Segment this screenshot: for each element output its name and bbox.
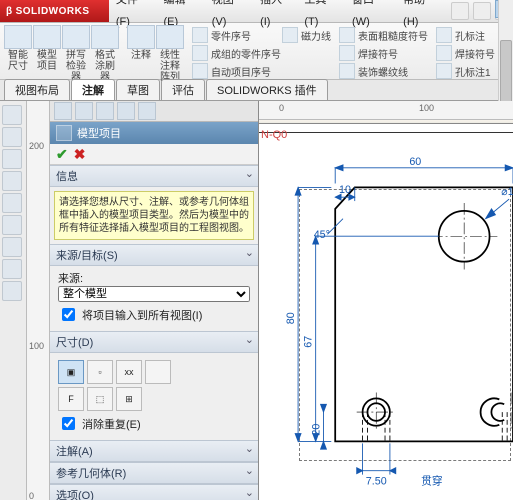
section-annotations-header[interactable]: 注解(A) [50, 440, 258, 462]
ribbon-auto-item-number[interactable]: 自动项目序号 [192, 63, 281, 79]
dim-type-6-button[interactable]: ⬚ [87, 387, 113, 411]
section-dimensions-header[interactable]: 尺寸(D) [50, 331, 258, 353]
source-label: 来源: [58, 270, 250, 286]
ribbon-weld-symbol[interactable]: 焊接符号 [339, 45, 428, 61]
section-source-header[interactable]: 来源/目标(S) [50, 244, 258, 266]
ribbon-surface-group: 表面粗糙度符号 焊接符号 装饰螺纹线 [339, 25, 428, 79]
ribbon-hole-callout[interactable]: 孔标注 [436, 27, 495, 43]
tool-select-icon[interactable] [2, 105, 22, 125]
section-options-header[interactable]: 选项(O) [50, 484, 258, 500]
ribbon: 智能尺寸 模型项目 拼写检验器 格式涂刷器 注释 线性注释阵列 零件序号 成组的… [0, 23, 513, 80]
dim-type-4-button[interactable] [145, 360, 171, 384]
ribbon-balloon[interactable]: 零件序号 [192, 27, 281, 43]
app-logo: βSOLIDWORKS [0, 0, 109, 22]
import-all-views-input[interactable] [62, 308, 75, 321]
svg-text:10: 10 [339, 184, 351, 196]
ribbon-surface-finish[interactable]: 表面粗糙度符号 [339, 27, 428, 43]
command-tab-strip: 视图布局 注解 草图 评估 SOLIDWORKS 插件 [0, 80, 513, 101]
info-message: 请选择您想从尺寸、注解、或参考几何体组框中插入的模型项目类型。然后为模型中的所有… [54, 191, 254, 240]
ribbon-magnetic-group: 磁力线 [282, 25, 331, 43]
dim-type-7-button[interactable]: ⊞ [116, 387, 142, 411]
menu-bar: βSOLIDWORKS 文件(F) 编辑(E) 视图(V) 插入(I) 工具(T… [0, 0, 513, 23]
svg-text:7.50: 7.50 [366, 475, 387, 487]
svg-text:60: 60 [409, 156, 421, 168]
source-select[interactable]: 整个模型 [58, 286, 250, 302]
tool-zoom-icon[interactable] [2, 149, 22, 169]
section-reference-geometry-header[interactable]: 参考几何体(R) [50, 462, 258, 484]
main-area: 200 100 0 模型项目 ? ✔ ✖ 信息 请选择您想从尺寸、注解、或参考几… [0, 101, 513, 500]
svg-text:45°: 45° [314, 229, 330, 241]
svg-text:67: 67 [303, 336, 315, 348]
panel-tab-display-icon[interactable] [138, 102, 156, 120]
property-manager-panel: 模型项目 ? ✔ ✖ 信息 请选择您想从尺寸、注解、或参考几何体组框中插入的模型… [50, 101, 259, 500]
tool-c-icon[interactable] [2, 281, 22, 301]
ribbon-note[interactable]: 注释 [127, 25, 155, 61]
ribbon-cosmetic-thread[interactable]: 装饰螺纹线 [339, 63, 428, 79]
panel-body: 信息 请选择您想从尺寸、注解、或参考几何体组框中插入的模型项目类型。然后为模型中… [50, 165, 258, 500]
ribbon-weld-symbol-2[interactable]: 焊接符号 [436, 45, 495, 61]
ribbon-magnetic-line[interactable]: 磁力线 [282, 27, 331, 43]
section-info-header[interactable]: 信息 [50, 165, 258, 187]
tab-annotation[interactable]: 注解 [71, 79, 115, 100]
ribbon-hole-group: 孔标注 焊接符号 孔标注1 [436, 25, 495, 79]
ribbon-linear-note-pattern[interactable]: 线性注释阵列 [156, 25, 184, 83]
tool-rotate-icon[interactable] [2, 171, 22, 191]
dim-type-marked-button[interactable]: ▣ [58, 360, 84, 384]
svg-text:20: 20 [311, 424, 323, 436]
eliminate-duplicates-checkbox[interactable]: 消除重复(E) [58, 414, 250, 433]
tool-pan-icon[interactable] [2, 127, 22, 147]
cancel-button[interactable]: ✖ [74, 146, 86, 163]
ribbon-model-items[interactable]: 模型项目 [33, 25, 61, 72]
panel-tab-feature-icon[interactable] [54, 102, 72, 120]
dim-type-5-button[interactable]: F [58, 387, 84, 411]
tab-addins[interactable]: SOLIDWORKS 插件 [206, 79, 328, 100]
eliminate-duplicates-input[interactable] [62, 417, 75, 430]
model-items-icon [56, 125, 72, 141]
ribbon-balloon-group: 零件序号 成组的零件序号 自动项目序号 [192, 25, 281, 79]
ribbon-format-painter[interactable]: 格式涂刷器 [91, 25, 119, 83]
horizontal-ruler: 0 100 [259, 101, 513, 120]
svg-text:⌀1: ⌀1 [501, 186, 513, 198]
import-all-views-checkbox[interactable]: 将项目输入到所有视图(I) [58, 305, 250, 324]
svg-text:贯穿: 贯穿 [421, 474, 442, 487]
left-toolbar [0, 101, 27, 500]
ribbon-hole-callout-2[interactable]: 孔标注1 [436, 63, 495, 79]
tab-view-layout[interactable]: 视图布局 [4, 79, 70, 100]
panel-title: 模型项目 ? [50, 122, 258, 144]
panel-tab-config-icon[interactable] [96, 102, 114, 120]
panel-confirm-bar: ✔ ✖ [50, 144, 258, 165]
dim-type-instance-button[interactable]: ▫ [87, 360, 113, 384]
ribbon-auto-balloon[interactable]: 成组的零件序号 [192, 45, 281, 61]
tool-a-icon[interactable] [2, 237, 22, 257]
dim-type-not-marked-button[interactable]: xx [116, 360, 142, 384]
panel-tab-dim-icon[interactable] [117, 102, 135, 120]
ribbon-spell-check[interactable]: 拼写检验器 [62, 25, 90, 83]
svg-text:80: 80 [285, 312, 297, 324]
tool-b-icon[interactable] [2, 259, 22, 279]
drawing-view: 60 10 45° 80 67 20 7.50 ⌀1 贯穿 [259, 119, 513, 500]
ribbon-smart-dimension[interactable]: 智能尺寸 [4, 25, 32, 72]
drawing-canvas[interactable]: 0 100 N-Q0 [259, 101, 513, 500]
panel-nav-tabs [50, 101, 258, 122]
ok-button[interactable]: ✔ [56, 146, 68, 163]
vertical-ruler: 200 100 0 [27, 101, 50, 500]
tab-sketch[interactable]: 草图 [116, 79, 160, 100]
tool-section-icon[interactable] [2, 193, 22, 213]
qat-open-icon[interactable] [473, 2, 491, 20]
tab-evaluate[interactable]: 评估 [161, 79, 205, 100]
qat-new-icon[interactable] [451, 2, 469, 20]
tool-measure-icon[interactable] [2, 215, 22, 235]
panel-tab-property-icon[interactable] [75, 102, 93, 120]
